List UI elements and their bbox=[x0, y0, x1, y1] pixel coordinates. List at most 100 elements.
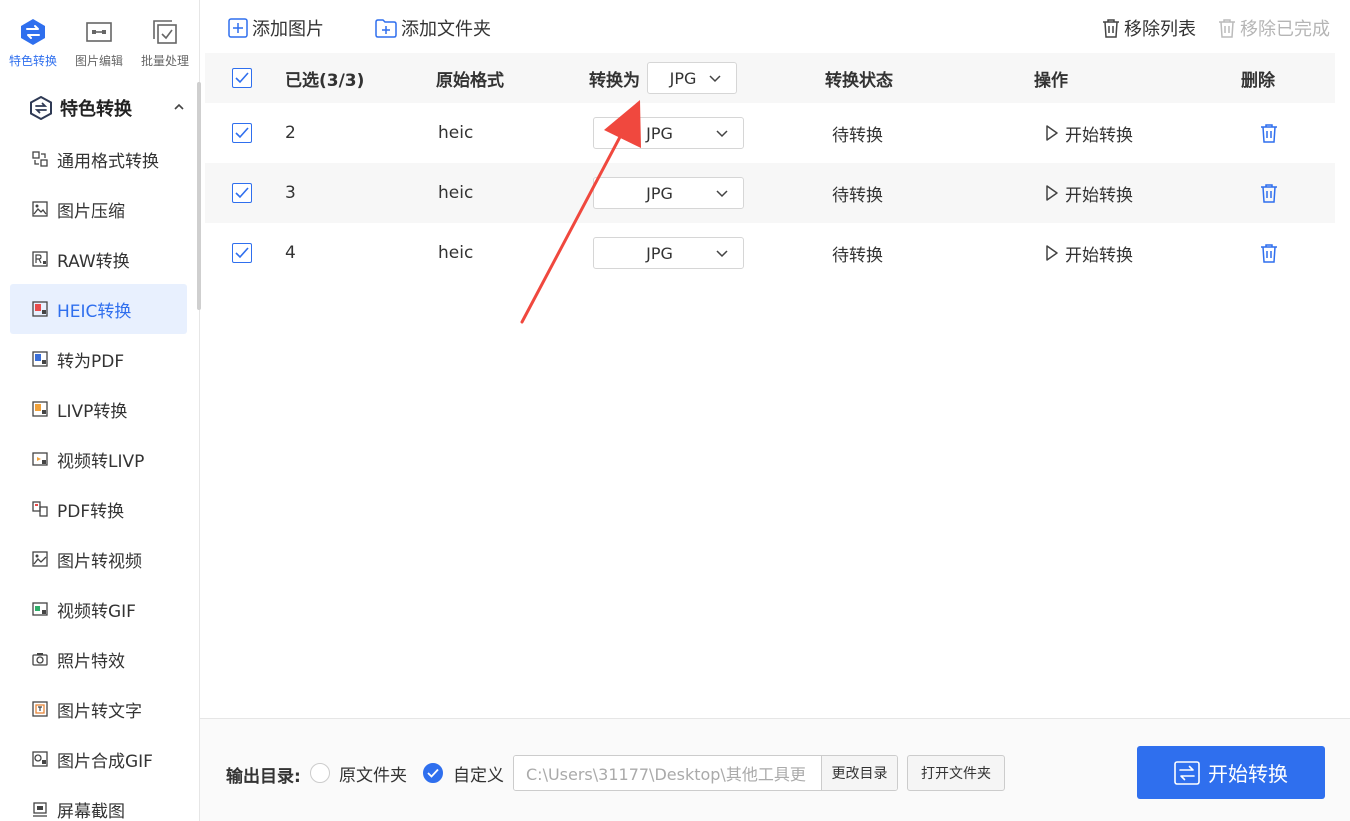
video-gif-icon bbox=[32, 601, 48, 617]
table-header: 已选(3/3) 原始格式 转换为 JPG 转换状态 操作 删除 bbox=[205, 53, 1335, 103]
sidebar-item-screenshot[interactable]: 屏幕截图 bbox=[10, 784, 187, 821]
change-dir-button[interactable]: 更改目录 bbox=[821, 756, 897, 790]
row-index: 3 bbox=[285, 183, 296, 203]
sidebar-item-label: 视频转LIVP bbox=[57, 451, 145, 472]
add-folder-button[interactable]: 添加文件夹 bbox=[375, 14, 491, 42]
remove-list-label: 移除列表 bbox=[1124, 19, 1196, 40]
row-status: 待转换 bbox=[832, 245, 883, 266]
row-format-value: JPG bbox=[646, 183, 673, 203]
convert-icon bbox=[1174, 760, 1200, 785]
row-checkbox[interactable] bbox=[232, 123, 252, 143]
output-dir-label: 输出目录: bbox=[226, 767, 301, 787]
add-image-icon bbox=[228, 18, 248, 38]
batch-format-select[interactable]: JPG bbox=[647, 62, 737, 94]
nav-list: 通用格式转换 图片压缩 RAW转换 HEIC转换 转为PDF LIVP转换 视频… bbox=[10, 134, 187, 821]
mode-tab-label: 特色转换 bbox=[8, 54, 57, 68]
sidebar-item-heic[interactable]: HEIC转换 bbox=[10, 284, 187, 334]
check-icon bbox=[235, 187, 249, 199]
sidebar-item-video-gif[interactable]: 视频转GIF bbox=[10, 584, 187, 634]
row-checkbox[interactable] bbox=[232, 243, 252, 263]
row-format-select[interactable]: JPG bbox=[593, 237, 744, 269]
radio-custom-folder[interactable] bbox=[423, 763, 443, 783]
toolbar: 添加图片 添加文件夹 移除列表 移除已完成 bbox=[200, 0, 1350, 56]
swap-icon bbox=[30, 96, 52, 120]
select-all-checkbox[interactable] bbox=[232, 68, 252, 88]
mode-tab-batch[interactable]: 批量处理 bbox=[132, 0, 198, 80]
image-compress-icon bbox=[32, 201, 48, 217]
table-row: 4 heic JPG 待转换 开始转换 bbox=[205, 223, 1335, 283]
sidebar-item-label: 照片特效 bbox=[57, 651, 125, 672]
ocr-icon bbox=[32, 701, 48, 717]
mode-tab-label: 图片编辑 bbox=[74, 54, 123, 68]
radio-original-folder[interactable] bbox=[310, 763, 330, 783]
row-status: 待转换 bbox=[832, 125, 883, 146]
row-format: heic bbox=[438, 123, 474, 143]
add-image-button[interactable]: 添加图片 bbox=[228, 14, 324, 42]
sidebar-item-video-livp[interactable]: 视频转LIVP bbox=[10, 434, 187, 484]
row-format-select[interactable]: JPG bbox=[593, 117, 744, 149]
header-convert-to-cell: JPG bbox=[647, 53, 737, 103]
open-folder-button[interactable]: 打开文件夹 bbox=[907, 755, 1005, 791]
row-start-button[interactable]: 开始转换 bbox=[1045, 223, 1133, 283]
row-format: heic bbox=[438, 243, 474, 263]
remove-done-button[interactable]: 移除已完成 bbox=[1218, 14, 1330, 42]
sidebar-item-label: 图片合成GIF bbox=[57, 751, 153, 772]
sidebar-item-to-pdf[interactable]: 转为PDF bbox=[10, 334, 187, 384]
mode-tab-special[interactable]: 特色转换 bbox=[0, 0, 66, 80]
sidebar-item-format-convert[interactable]: 通用格式转换 bbox=[10, 134, 187, 184]
header-status: 转换状态 bbox=[825, 70, 893, 91]
row-start-button[interactable]: 开始转换 bbox=[1045, 163, 1133, 223]
group-header-special[interactable]: 特色转换 bbox=[10, 88, 196, 128]
sidebar-item-gif-merge[interactable]: 图片合成GIF bbox=[10, 734, 187, 784]
row-start-label: 开始转换 bbox=[1065, 125, 1133, 146]
livp-icon bbox=[32, 401, 48, 417]
image-edit-icon bbox=[85, 18, 113, 46]
pdf-icon bbox=[32, 351, 48, 367]
start-convert-button[interactable]: 开始转换 bbox=[1137, 746, 1325, 799]
remove-done-label: 移除已完成 bbox=[1240, 19, 1330, 40]
play-icon bbox=[1046, 185, 1058, 201]
sidebar-item-label: HEIC转换 bbox=[57, 301, 132, 322]
row-format-select[interactable]: JPG bbox=[593, 177, 744, 209]
sidebar-item-raw[interactable]: RAW转换 bbox=[10, 234, 187, 284]
sidebar-item-image-video[interactable]: 图片转视频 bbox=[10, 534, 187, 584]
row-delete-button[interactable] bbox=[1260, 223, 1278, 283]
chevron-down-icon bbox=[716, 130, 728, 138]
sidebar-item-image-compress[interactable]: 图片压缩 bbox=[10, 184, 187, 234]
remove-list-button[interactable]: 移除列表 bbox=[1102, 14, 1196, 42]
header-convert-to: 转换为 bbox=[589, 70, 640, 91]
check-icon bbox=[235, 72, 249, 84]
sidebar-scrollbar[interactable] bbox=[197, 82, 201, 310]
trash-icon bbox=[1261, 124, 1277, 143]
screenshot-icon bbox=[32, 801, 48, 817]
add-folder-label: 添加文件夹 bbox=[401, 19, 491, 40]
batch-icon bbox=[151, 18, 179, 46]
sidebar-item-pdf-convert[interactable]: PDF转换 bbox=[10, 484, 187, 534]
select-all-cell bbox=[232, 53, 252, 103]
heic-icon bbox=[32, 301, 48, 317]
sidebar-item-photo-effects[interactable]: 照片特效 bbox=[10, 634, 187, 684]
footer: 输出目录: 原文件夹 自定义 更改目录 打开文件夹 开始转换 bbox=[200, 718, 1350, 821]
sidebar-item-label: RAW转换 bbox=[57, 251, 130, 272]
row-format-value: JPG bbox=[646, 123, 673, 143]
format-convert-icon bbox=[32, 151, 48, 167]
row-delete-button[interactable] bbox=[1260, 163, 1278, 223]
mode-tab-edit[interactable]: 图片编辑 bbox=[66, 0, 132, 80]
header-selected: 已选(3/3) bbox=[285, 70, 365, 91]
sidebar-item-livp[interactable]: LIVP转换 bbox=[10, 384, 187, 434]
row-checkbox[interactable] bbox=[232, 183, 252, 203]
start-convert-label: 开始转换 bbox=[1208, 762, 1288, 786]
check-icon bbox=[235, 247, 249, 259]
output-path-input[interactable] bbox=[514, 756, 821, 790]
trash-icon bbox=[1219, 19, 1235, 38]
check-icon bbox=[235, 127, 249, 139]
raw-icon bbox=[32, 251, 48, 267]
group-title: 特色转换 bbox=[60, 99, 132, 120]
row-start-button[interactable]: 开始转换 bbox=[1045, 103, 1133, 163]
sidebar-item-ocr[interactable]: 图片转文字 bbox=[10, 684, 187, 734]
row-index: 2 bbox=[285, 123, 296, 143]
gif-merge-icon bbox=[32, 751, 48, 767]
play-icon bbox=[1046, 245, 1058, 261]
row-delete-button[interactable] bbox=[1260, 103, 1278, 163]
sidebar: 特色转换 图片编辑 批量处理 特色转换 通用格式转换 图片压缩 RAW转换 HE… bbox=[0, 0, 201, 821]
